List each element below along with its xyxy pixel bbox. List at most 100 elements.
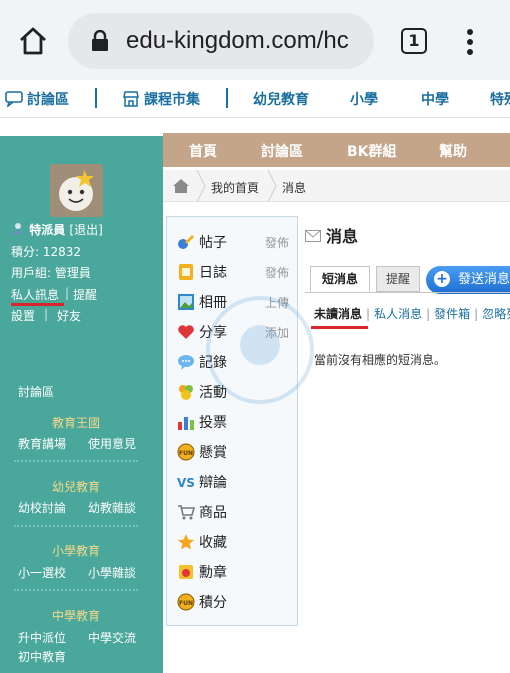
message-filters: 未讀消息|私人消息|發件箱|忽略列 [314, 305, 510, 322]
nav-item-primary[interactable]: 小學 [350, 89, 378, 109]
filter-ignore-list[interactable]: 忽略列 [482, 307, 510, 321]
tab-reminders[interactable]: 提醒 [376, 266, 420, 292]
menu-item-debate[interactable]: VS 辯論 [177, 471, 295, 493]
private-message-link[interactable]: 私人訊息 [11, 286, 59, 303]
forum-link[interactable]: 討論區 [18, 383, 54, 400]
plus-icon: + [434, 271, 450, 287]
section-link[interactable]: 幼校討論 [18, 499, 66, 516]
page-title: 消息 [326, 227, 359, 246]
menu-item-favorite[interactable]: 收藏 [177, 531, 295, 553]
left-sidebar: 特派員 [退出] 積分: 12832 用戶組: 管理員 私人訊息 | 提醒 設置… [0, 136, 163, 673]
browser-toolbar: edu-kingdom.com/hc 1 [0, 0, 510, 80]
avatar[interactable] [50, 164, 103, 217]
chat-icon [5, 91, 23, 111]
logout-link[interactable]: [退出] [69, 223, 102, 237]
breadcrumb-my-home[interactable]: 我的首頁 [211, 179, 259, 196]
section-link[interactable]: 小學雜談 [88, 564, 136, 581]
tab-forum[interactable]: 討論區 [261, 141, 303, 161]
user-info: 特派員 [退出] [11, 221, 103, 238]
section-link[interactable]: 初中教育 [18, 648, 66, 665]
dotted-divider [14, 589, 138, 591]
tab-help[interactable]: 幫助 [439, 141, 467, 161]
menu-item-label: 勳章 [199, 565, 227, 581]
more-menu-icon[interactable] [463, 28, 477, 56]
divider: | [426, 307, 431, 321]
menu-item-reward[interactable]: FUN 懸賞 [177, 441, 295, 463]
menu-item-action[interactable]: 發佈 [265, 264, 289, 281]
menu-item-diary[interactable]: 日誌 發佈 [177, 261, 295, 283]
tab-home[interactable]: 首頁 [189, 141, 217, 161]
home-icon[interactable] [172, 178, 190, 194]
section-link[interactable]: 幼教雜談 [88, 499, 136, 516]
breadcrumb: 我的首頁 消息 [163, 169, 510, 203]
goods-icon [177, 503, 196, 521]
menu-item-label: 商品 [199, 505, 227, 521]
remind-link[interactable]: 提醒 [73, 286, 97, 303]
share-icon [177, 323, 195, 341]
svg-text:FUN: FUN [179, 600, 193, 607]
section-link[interactable]: 小一選校 [18, 564, 66, 581]
tab-switcher-button[interactable]: 1 [401, 28, 427, 54]
section-link[interactable]: 教育講場 [18, 435, 66, 452]
address-bar[interactable]: edu-kingdom.com/hc [68, 13, 374, 69]
menu-item-label: 投票 [199, 415, 227, 431]
chevron-right-icon [195, 169, 207, 203]
friends-link[interactable]: 好友 [57, 307, 81, 324]
menu-item-label: 收藏 [199, 535, 227, 551]
tab-short-messages[interactable]: 短消息 [310, 266, 370, 292]
activity-icon [177, 383, 195, 401]
section-heading[interactable]: 教育王國 [52, 414, 100, 431]
app-menu-panel: 帖子 發佈 日誌 發佈 相冊 上傳 分享 添加 記錄 活動 投票 FUN 懸賞 … [166, 216, 298, 626]
section-heading[interactable]: 中學教育 [52, 607, 100, 624]
menu-item-label: 懸賞 [199, 445, 227, 461]
points-text: 積分: 12832 [11, 245, 82, 259]
menu-item-credit[interactable]: FUN 積分 [177, 591, 295, 613]
nav-item-label: 課程市集 [144, 92, 200, 108]
divider: | [65, 286, 70, 300]
diary-icon [177, 263, 195, 281]
svg-text:VS: VS [177, 476, 195, 490]
nav-item-forum[interactable]: 討論區 [5, 89, 69, 111]
username[interactable]: 特派員 [29, 223, 65, 237]
send-message-button[interactable]: + 發送消息 [426, 266, 510, 294]
menu-item-medal[interactable]: 勳章 [177, 561, 295, 583]
menu-item-goods[interactable]: 商品 [177, 501, 295, 523]
breadcrumb-messages: 消息 [282, 181, 307, 195]
send-message-label: 發送消息 [458, 272, 510, 287]
nav-item-course-market[interactable]: 課程市集 [122, 89, 200, 111]
active-filter-underline [311, 326, 368, 329]
section-link[interactable]: 升中派位 [18, 629, 66, 646]
shop-icon [122, 91, 140, 111]
nav-item-early-childhood[interactable]: 幼兒教育 [253, 89, 309, 109]
svg-text:FUN: FUN [179, 450, 193, 457]
section-link[interactable]: 使用意見 [88, 435, 136, 452]
menu-item-label: 辯論 [199, 475, 227, 491]
section-heading[interactable]: 小學教育 [52, 542, 100, 559]
nav-item-special[interactable]: 特殊 [490, 89, 510, 109]
filter-unread[interactable]: 未讀消息 [314, 307, 362, 321]
filter-outbox[interactable]: 發件箱 [434, 307, 470, 321]
divider: | [474, 307, 479, 321]
menu-item-poll[interactable]: 投票 [177, 411, 295, 433]
section-link[interactable]: 中學交流 [88, 629, 136, 646]
dotted-divider [14, 460, 138, 462]
menu-item-label: 帖子 [199, 235, 227, 251]
section-heading[interactable]: 幼兒教育 [52, 478, 100, 495]
filter-private[interactable]: 私人消息 [374, 307, 422, 321]
divider: | [44, 307, 49, 321]
watermark-logo [200, 290, 320, 410]
poll-icon [177, 413, 195, 431]
lock-icon [90, 29, 110, 52]
medal-icon [177, 563, 195, 581]
settings-link[interactable]: 設置 [11, 307, 35, 324]
nav-item-secondary[interactable]: 中學 [421, 89, 449, 109]
menu-item-post[interactable]: 帖子 發佈 [177, 231, 295, 253]
empty-state-text: 當前沒有相應的短消息。 [314, 353, 447, 367]
nav-divider [226, 88, 228, 108]
credit-icon: FUN [177, 593, 195, 611]
active-underline [11, 303, 64, 306]
home-icon[interactable] [18, 26, 48, 56]
reward-icon: FUN [177, 443, 195, 461]
tab-bk-group[interactable]: BK群組 [347, 141, 397, 161]
menu-item-action[interactable]: 發佈 [265, 234, 289, 251]
